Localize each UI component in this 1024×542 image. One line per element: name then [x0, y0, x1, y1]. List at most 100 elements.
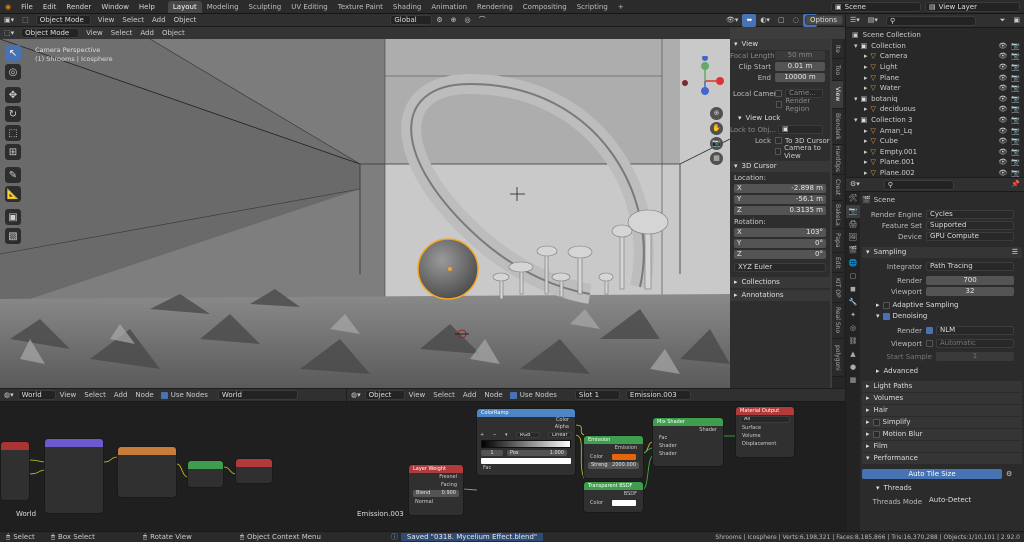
outliner-item[interactable]: ▸ ▽ Empty.001 👁 📷	[846, 147, 1024, 158]
expand-icon[interactable]: ▸	[864, 105, 868, 113]
shader-use-nodes-checkbox[interactable]	[509, 391, 517, 399]
measure-tool-icon[interactable]: 📐	[5, 186, 21, 202]
shader-type-selector[interactable]: Object	[364, 390, 405, 400]
adaptive-checkbox[interactable]	[882, 302, 890, 309]
pivot-icon[interactable]: ⚙	[432, 14, 446, 27]
menu-window[interactable]: Window	[96, 0, 134, 14]
outliner-search-input[interactable]: ⚲	[885, 15, 976, 26]
view-layer-tab-icon[interactable]: 🖼	[846, 231, 860, 244]
render-visibility-icon[interactable]: 📷	[1011, 105, 1020, 113]
transform-tool-icon[interactable]: ⊞	[5, 144, 21, 160]
motion-blur-checkbox[interactable]	[872, 431, 880, 438]
annotate-tool-icon[interactable]: ✎	[5, 167, 21, 183]
world-selector[interactable]: World	[217, 390, 298, 400]
tab-edit[interactable]: Edit	[832, 253, 843, 273]
filter-display-icon[interactable]: ▤▾	[864, 14, 882, 27]
physics-tab-icon[interactable]: ◎	[846, 322, 860, 335]
ramp-pos-field[interactable]: Pos 1.000	[507, 450, 567, 456]
menu-file[interactable]: File	[16, 0, 38, 14]
scene-tab-icon[interactable]: 🎬	[846, 244, 860, 257]
shading-wire-icon[interactable]: ◌	[789, 14, 803, 27]
rotate-tool-icon[interactable]: ↻	[5, 106, 21, 122]
visibility-icon[interactable]: 👁	[998, 169, 1007, 177]
viewport-menu-view-2[interactable]: View	[82, 27, 107, 39]
viewport-menu-view[interactable]: View	[94, 14, 119, 27]
world-menu-node[interactable]: Node	[131, 389, 157, 402]
editor-type-icon[interactable]: ▣▾	[0, 14, 18, 27]
viewport-menu-object[interactable]: Object	[170, 14, 201, 27]
rot-x-field[interactable]: 103°	[806, 228, 823, 237]
zoom-icon[interactable]: ⊕	[710, 107, 723, 120]
volumes-header[interactable]: ▸ Volumes	[862, 393, 1022, 404]
viewport-samples-field[interactable]: 32	[926, 287, 1014, 296]
tab-realsnow[interactable]: Real Sno	[832, 303, 843, 339]
view-layer-selector[interactable]: ▤ View Layer	[925, 1, 1020, 12]
cursor-tool-icon[interactable]: ◎	[5, 64, 21, 80]
visibility-icon[interactable]: 👁	[998, 74, 1007, 82]
material-tab-icon[interactable]: ●	[846, 361, 860, 374]
tab-hardops[interactable]: HardOps	[832, 145, 843, 175]
view-lock-header[interactable]: ▾ View Lock	[730, 113, 830, 124]
output-tab-icon[interactable]: 🖨	[846, 218, 860, 231]
ramp-mode-dropdown[interactable]: RGB	[515, 432, 540, 438]
rot-z-field[interactable]: 0°	[815, 250, 823, 259]
world-menu-view[interactable]: View	[56, 389, 81, 402]
render-visibility-icon[interactable]: 📷	[1011, 42, 1020, 50]
film-header[interactable]: ▸ Film	[862, 441, 1022, 452]
outliner-item[interactable]: ▸ ▽ Light 👁 📷	[846, 62, 1024, 73]
rotation-mode-dropdown[interactable]: XYZ Euler	[734, 263, 826, 272]
render-engine-dropdown[interactable]: Cycles	[926, 210, 1014, 219]
to-cursor-checkbox[interactable]	[775, 137, 782, 144]
collapse-icon[interactable]: ▾	[854, 42, 858, 50]
tab-papa[interactable]: Papa	[832, 229, 843, 253]
transparent-color-swatch[interactable]	[612, 499, 636, 506]
add-workspace-button[interactable]: +	[613, 1, 629, 13]
emission-color-swatch[interactable]	[612, 453, 636, 460]
tab-bakelab[interactable]: BakeLa	[832, 201, 843, 229]
visibility-icon[interactable]: 👁	[998, 137, 1007, 145]
expand-icon[interactable]: ▸	[864, 158, 868, 166]
add-stop-icon[interactable]: +	[480, 432, 484, 438]
mode-selector[interactable]: Object Mode	[35, 15, 91, 25]
new-collection-icon[interactable]: ▣	[1009, 14, 1024, 27]
expand-icon[interactable]: ▸	[864, 148, 868, 156]
expand-icon[interactable]: ▸	[864, 84, 868, 92]
tab-sculpting[interactable]: Sculpting	[244, 1, 287, 13]
expand-icon[interactable]: ▸	[864, 127, 868, 135]
render-tab-icon[interactable]: 📷	[846, 205, 860, 218]
ramp-menu-icon[interactable]: ▾	[505, 432, 508, 438]
gizmo-icon[interactable]: ⬌	[742, 13, 757, 27]
advanced-header[interactable]: ▸ Advanced	[862, 366, 1022, 377]
select-mode-icon[interactable]: ⬚	[18, 14, 33, 27]
orientation-selector[interactable]: Global	[390, 15, 433, 25]
render-visibility-icon[interactable]: 📷	[1011, 158, 1020, 166]
properties-type-icon[interactable]: ⚙▾	[846, 178, 864, 191]
move-tool-icon[interactable]: ✥	[5, 87, 21, 103]
device-dropdown[interactable]: GPU Compute	[926, 232, 1014, 241]
mapping-node[interactable]	[45, 439, 103, 513]
render-visibility-icon[interactable]: 📷	[1011, 52, 1020, 60]
tab-polygoniq[interactable]: polygoni	[832, 339, 843, 377]
tab-modeling[interactable]: Modeling	[202, 1, 244, 13]
view-panel-header[interactable]: ▾ View	[730, 39, 830, 50]
outliner-item[interactable]: ▾ ▣ botaniq 👁 📷	[846, 94, 1024, 105]
auto-tile-button[interactable]: Auto Tile Size	[862, 468, 1002, 479]
rot-y-field[interactable]: 0°	[815, 239, 823, 248]
texture-tab-icon[interactable]: ▦	[846, 374, 860, 387]
world-use-nodes-checkbox[interactable]	[160, 391, 168, 399]
visibility-icon[interactable]: 👁	[998, 148, 1007, 156]
outliner-item[interactable]: ▸ ▽ deciduous 👁 📷	[846, 104, 1024, 115]
filter-icon[interactable]: ⏷	[996, 14, 1010, 27]
emission-node[interactable]: Emission Emission Color Streng 2000.000	[584, 436, 643, 478]
background-node[interactable]	[188, 461, 223, 487]
collapse-icon[interactable]: ▾	[854, 116, 858, 124]
integrator-dropdown[interactable]: Path Tracing	[926, 262, 1014, 271]
denoise-viewport-checkbox[interactable]	[926, 340, 933, 347]
lock-object-field[interactable]: ▣	[778, 125, 823, 134]
clip-start-field[interactable]: 0.01 m	[775, 62, 825, 71]
cursor-z-field[interactable]: 0.3135 m	[789, 206, 823, 215]
outliner-item[interactable]: ▸ ▽ Plane 👁 📷	[846, 72, 1024, 83]
xray-icon[interactable]: ▢	[774, 14, 789, 27]
material-selector[interactable]: Emission.003	[625, 390, 691, 400]
particles-tab-icon[interactable]: ✦	[846, 309, 860, 322]
